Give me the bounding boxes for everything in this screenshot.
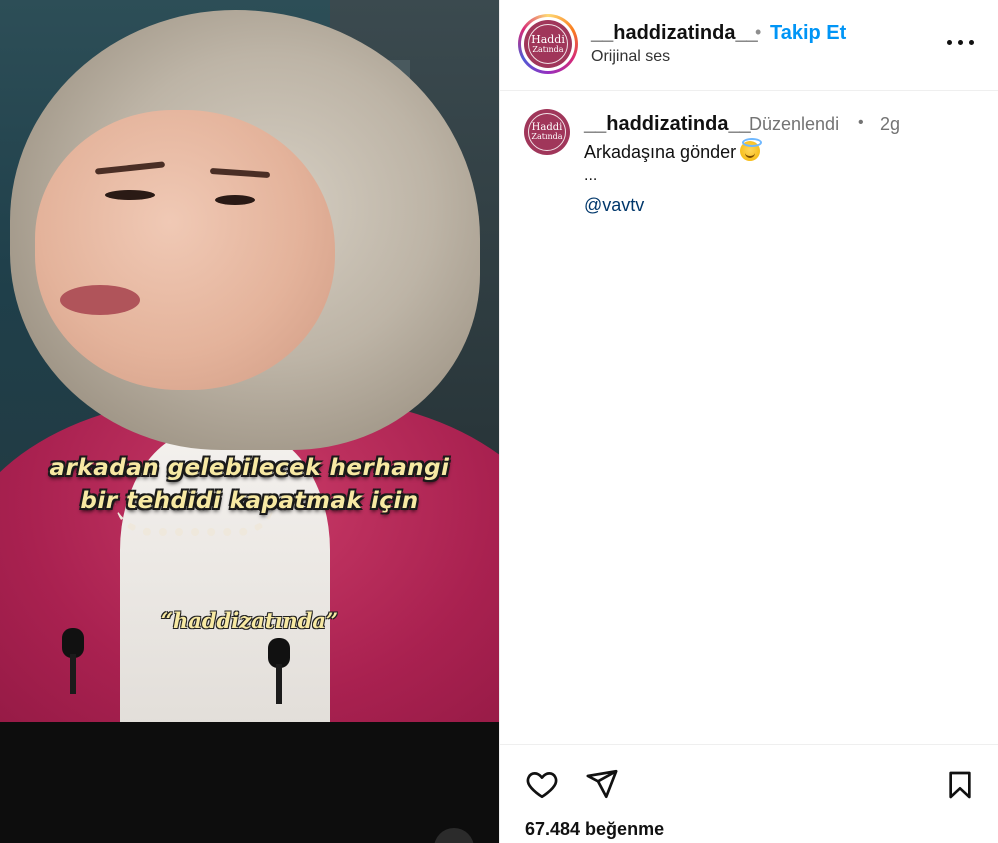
face [35, 110, 335, 390]
halo-smile-emoji-icon [740, 138, 763, 161]
eye-right [215, 195, 255, 205]
eye-left [105, 190, 155, 200]
lips [60, 285, 140, 315]
audio-link[interactable]: Orijinal ses [591, 48, 670, 66]
eyebrow-left [94, 161, 166, 175]
avatar-logo-word-2: Zatında [532, 44, 564, 54]
avatar[interactable]: Haddi Zatında [524, 20, 572, 68]
comment-avatar-logo-word-2: Zatında [531, 132, 563, 142]
comment-avatar[interactable]: Haddi Zatında [524, 109, 570, 155]
more-options-icon[interactable] [946, 30, 976, 54]
eyebrow-right [209, 167, 271, 179]
bookmark-icon[interactable] [944, 767, 976, 803]
subtitle-line-2: bir tehdidi kapatmak için [80, 488, 419, 514]
action-bar: 67.484 beğenme [500, 744, 998, 843]
likes-count[interactable]: 67.484 beğenme [525, 819, 664, 840]
avatar-logo-word-1: Haddi [531, 33, 565, 47]
comment-separator: • [858, 114, 864, 131]
comment-timestamp[interactable]: 2g [880, 114, 900, 135]
subtitle-line-1: arkadan gelebilecek herhangi [49, 455, 450, 481]
video-frame[interactable]: arkadan gelebilecek herhangi bir tehdidi… [0, 0, 499, 722]
follow-button[interactable]: Takip Et [770, 22, 846, 45]
post-media[interactable]: arkadan gelebilecek herhangi bir tehdidi… [0, 0, 499, 843]
edited-label: Düzenlendi [749, 114, 840, 134]
comment-ellipsis: ... [584, 167, 598, 184]
post-side-panel: Haddi Zatında __haddizatinda__ • Takip E… [499, 0, 998, 843]
header-username[interactable]: __haddizatinda__ [591, 22, 758, 45]
mention-link[interactable]: @vavtv [584, 195, 644, 216]
lapel-mic-right [268, 638, 290, 704]
paper-plane-icon[interactable] [584, 767, 620, 801]
comment-text: Arkadaşına gönder [584, 142, 737, 162]
comment-text-row: Arkadaşına gönder [584, 138, 763, 163]
comment-username[interactable]: __haddizatinda__ [584, 113, 751, 136]
video-bottom-bar [0, 722, 499, 843]
header-separator: • [755, 22, 762, 42]
post-header: Haddi Zatında __haddizatinda__ • Takip E… [500, 0, 998, 91]
heart-icon[interactable] [524, 767, 560, 801]
video-watermark: “haddizatında” [160, 608, 339, 633]
